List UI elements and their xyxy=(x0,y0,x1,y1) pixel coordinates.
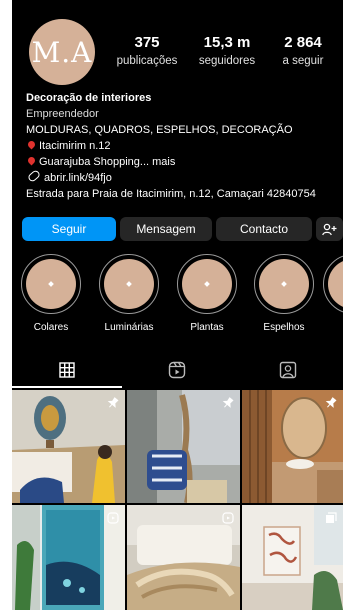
reel-icon xyxy=(107,511,119,529)
highlight-diamond-icon xyxy=(281,281,287,287)
avatar[interactable]: M.A xyxy=(29,19,95,85)
bio-address[interactable]: Estrada para Praia de Itacimirim, n.12, … xyxy=(26,186,343,202)
following-count: 2 864 xyxy=(284,34,322,51)
stat-posts[interactable]: 375 publicações xyxy=(112,34,182,67)
highlight-diamond-icon xyxy=(48,281,54,287)
highlight-label: Plantas xyxy=(190,322,224,333)
pin-icon xyxy=(107,396,119,414)
followers-label: seguidores xyxy=(198,55,256,67)
reels-icon xyxy=(168,361,186,379)
posts-label: publicações xyxy=(116,55,178,67)
bio-line-3[interactable]: Guarajuba Shopping... mais xyxy=(26,154,343,170)
bio-category: Empreendedor xyxy=(26,108,99,120)
tab-reels[interactable] xyxy=(122,356,232,384)
bio-link[interactable]: abrir.link/94fjo xyxy=(26,169,343,186)
stat-followers[interactable]: 15,3 m seguidores xyxy=(192,34,262,67)
pin-icon xyxy=(222,396,234,414)
highlight-espelhos[interactable]: Espelhos xyxy=(249,254,319,333)
post-thumbnail-2[interactable] xyxy=(127,390,240,503)
add-person-button[interactable] xyxy=(316,217,343,241)
highlight-luminarias[interactable]: Luminárias xyxy=(94,254,164,333)
active-tab-indicator xyxy=(12,386,122,388)
post-thumbnail-3[interactable] xyxy=(242,390,343,503)
following-label: a seguir xyxy=(282,55,324,67)
post-thumbnail-4[interactable] xyxy=(12,505,125,610)
post-thumbnail-1[interactable] xyxy=(12,390,125,503)
post-thumbnail-6[interactable] xyxy=(242,505,343,610)
contact-button[interactable]: Contacto xyxy=(216,217,312,241)
message-button[interactable]: Mensagem xyxy=(120,217,212,241)
highlight-colares[interactable]: Colares xyxy=(16,254,86,333)
pin-icon xyxy=(26,155,37,166)
highlight-diamond-icon xyxy=(126,281,132,287)
bio-line-2: Itacimirim n.12 xyxy=(26,138,343,154)
carousel-icon xyxy=(325,511,337,529)
followers-count: 15,3 m xyxy=(203,34,251,51)
highlight-label: Colares xyxy=(33,322,69,333)
bio-line-1: MOLDURAS, QUADROS, ESPELHOS, DECORAÇÃO xyxy=(26,124,293,136)
highlight-label: Nata xyxy=(318,322,343,333)
bio-name: Decoração de interiores xyxy=(26,92,152,104)
highlight-label: Espelhos xyxy=(263,322,305,333)
bio-line-3-text: Guarajuba Shopping... mais xyxy=(39,156,176,168)
highlight-natal[interactable]: Nata xyxy=(318,254,343,333)
bio-link-text: abrir.link/94fjo xyxy=(44,172,112,184)
pin-icon xyxy=(26,139,37,150)
highlight-plantas[interactable]: Plantas xyxy=(172,254,242,333)
add-person-icon xyxy=(322,223,337,235)
tab-tagged[interactable] xyxy=(233,356,343,384)
profile-screen: M.A 375 publicações 15,3 m seguidores 2 … xyxy=(12,0,343,610)
stat-following[interactable]: 2 864 a seguir xyxy=(272,34,334,67)
highlight-label: Luminárias xyxy=(104,322,154,333)
bio-line-2-text: Itacimirim n.12 xyxy=(39,140,111,152)
pin-icon xyxy=(325,396,337,414)
reel-icon xyxy=(222,511,234,529)
link-icon xyxy=(26,169,42,183)
bio: Decoração de interiores Empreendedor MOL… xyxy=(26,90,343,202)
post-thumbnail-5[interactable] xyxy=(127,505,240,610)
tagged-icon xyxy=(279,361,297,379)
avatar-logo-text: M.A xyxy=(31,35,93,69)
follow-button[interactable]: Seguir xyxy=(22,217,116,241)
tab-posts[interactable] xyxy=(12,356,122,384)
posts-count: 375 xyxy=(134,34,160,51)
grid-icon xyxy=(59,362,75,378)
highlight-diamond-icon xyxy=(204,281,210,287)
